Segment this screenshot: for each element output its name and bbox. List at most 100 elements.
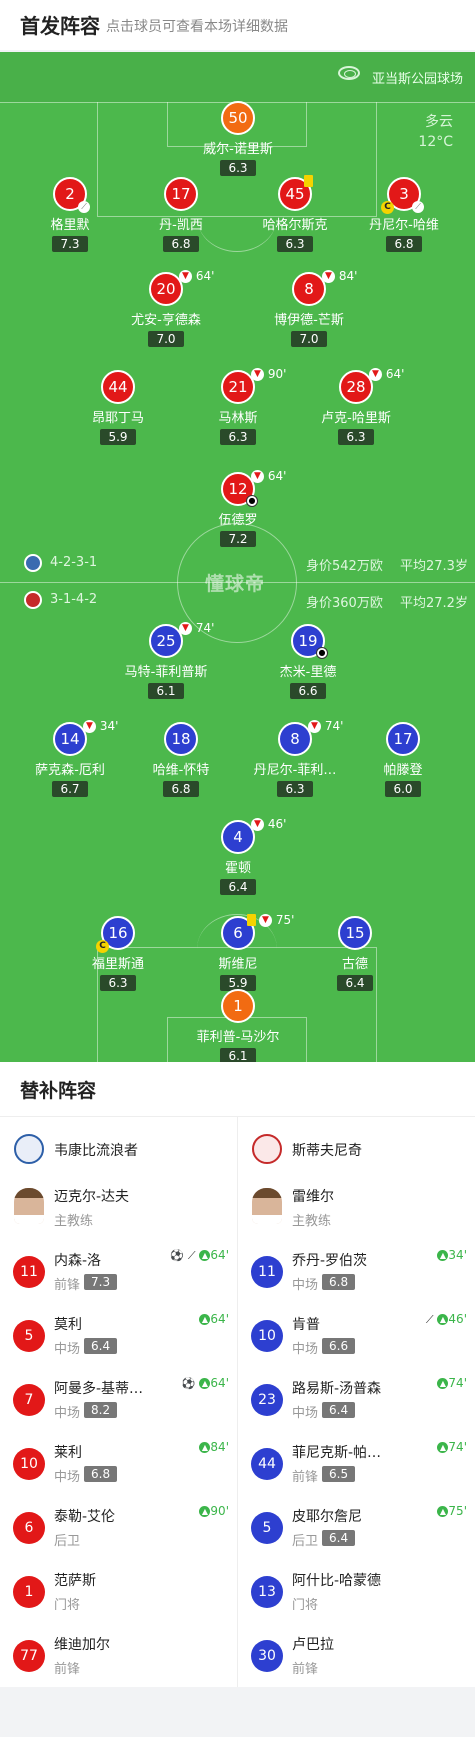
player-home[interactable]: 12 ▼ 64' ● 伍德罗 7.2 xyxy=(183,469,293,547)
sub-on-marker: ▲ 34' xyxy=(437,1248,467,1262)
player-number: 14 xyxy=(53,722,87,756)
player-home[interactable]: 44 昂耶丁马 5.9 xyxy=(63,370,173,445)
player-name: 威尔-诺里斯 xyxy=(203,142,273,157)
player-away[interactable]: 18 哈维-怀特 6.8 xyxy=(126,722,236,797)
player-away[interactable]: 4 ▼ 46' 霍顿 6.4 xyxy=(183,817,293,895)
home-coach[interactable]: 迈克尔-达夫 主教练 xyxy=(0,1180,237,1242)
player-away[interactable]: 15 古德 6.4 xyxy=(300,916,410,991)
player-name: 菲利普-马沙尔 xyxy=(196,1030,280,1045)
captain-icon: C xyxy=(381,201,394,214)
sub-off-marker: ▼ 64' xyxy=(179,269,214,283)
player-number: 21 xyxy=(221,370,255,404)
player-position: 中场 xyxy=(292,1278,319,1293)
player-away[interactable]: 19 ● 杰米-里德 6.6 xyxy=(253,624,363,699)
sub-player[interactable]: 6 泰勒-艾伦 后卫 ▲ 90' xyxy=(0,1498,237,1562)
sub-on-icon: ▲ xyxy=(199,1314,211,1325)
player-rating: 6.8 xyxy=(163,236,199,252)
sub-player[interactable]: 11 乔丹-罗伯茨 中场 6.8 ▲ 34' xyxy=(238,1242,475,1306)
player-number: 17 xyxy=(386,722,420,756)
player-name: 帕滕登 xyxy=(383,763,423,778)
player-home[interactable]: 28 ▼ 64' 卢克-哈里斯 6.3 xyxy=(301,367,411,445)
player-name: 马特-菲利普斯 xyxy=(124,665,208,680)
player-home[interactable]: 3 C ⟋ 丹尼尔-哈维 6.8 xyxy=(349,177,459,252)
player-number: 13 xyxy=(251,1576,283,1608)
player-position: 门将 xyxy=(292,1598,319,1613)
coach-role: 主教练 xyxy=(292,1214,332,1229)
player-rating: 5.9 xyxy=(100,429,136,445)
sub-on-marker: ⚽ ▲ 64' xyxy=(181,1376,229,1390)
player-number: 8 xyxy=(292,272,326,306)
yellow-card-icon xyxy=(304,175,313,187)
home-team-summary: 4-2-3-1 身价542万欧 平均27.3岁 xyxy=(0,552,475,574)
player-home[interactable]: 17 丹-凯西 6.8 xyxy=(126,177,236,252)
player-home[interactable]: 45 哈格尔斯克 6.3 xyxy=(240,175,350,252)
sub-player[interactable]: 10 肯普 中场 6.6 ⟋ ▲ 46' xyxy=(238,1306,475,1370)
player-position: 前锋 xyxy=(292,1470,319,1485)
sub-off-marker: ▼ 75' xyxy=(259,913,294,927)
player-away[interactable]: 25 ▼ 74' 马特-菲利普斯 6.1 xyxy=(111,621,221,699)
player-away-gk[interactable]: 1 菲利普-马沙尔 6.1 xyxy=(183,989,293,1062)
sub-player[interactable]: 44 菲尼克斯-帕… 前锋 6.5 ▲ 74' xyxy=(238,1434,475,1498)
sub-player[interactable]: 23 路易斯-汤普森 中场 6.4 ▲ 74' xyxy=(238,1370,475,1434)
player-position: 前锋 xyxy=(292,1662,319,1677)
player-away[interactable]: 6 ▼ 75' 斯维尼 5.9 xyxy=(183,913,294,991)
sub-on-icon: ▲ xyxy=(199,1378,211,1389)
sub-off-marker: ▼ 84' xyxy=(322,269,357,283)
player-rating: 6.6 xyxy=(290,683,326,699)
coach-role: 主教练 xyxy=(54,1214,94,1229)
player-rating: 6.3 xyxy=(220,429,256,445)
player-rating: 6.4 xyxy=(322,1530,356,1546)
player-away[interactable]: 14 ▼ 34' 萨克森-厄利 6.7 xyxy=(15,719,125,797)
player-name: 维迪加尔 xyxy=(54,1637,110,1653)
player-away[interactable]: 17 帕滕登 6.0 xyxy=(348,722,458,797)
player-position: 中场 xyxy=(292,1342,319,1357)
sub-off-icon: ▼ xyxy=(179,270,192,283)
away-subs-column: 斯蒂夫尼奇 雷维尔 主教练 11 乔丹-罗伯茨 中场 6.8 ▲ 34' 10 肯… xyxy=(238,1116,475,1690)
player-name: 马林斯 xyxy=(218,411,258,426)
away-team-header[interactable]: 斯蒂夫尼奇 xyxy=(238,1116,475,1180)
away-team-value: 身价360万欧 xyxy=(306,596,383,611)
player-home[interactable]: 21 ▼ 90' 马林斯 6.3 xyxy=(183,367,293,445)
player-rating: 6.6 xyxy=(322,1338,356,1354)
player-name: 福里斯通 xyxy=(91,957,144,972)
player-home[interactable]: 2 ⟋ 格里默 7.3 xyxy=(15,177,125,252)
away-coach[interactable]: 雷维尔 主教练 xyxy=(238,1180,475,1242)
player-home[interactable]: 8 ▼ 84' 博伊德-芒斯 7.0 xyxy=(254,269,364,347)
player-name: 伍德罗 xyxy=(218,513,258,528)
player-number: 15 xyxy=(338,916,372,950)
player-number: 4 xyxy=(221,820,255,854)
player-away[interactable]: 16 C 福里斯通 6.3 xyxy=(63,916,173,991)
weather-temperature: 12°C xyxy=(418,134,453,150)
player-home[interactable]: 20 ▼ 64' 尤安-亨德森 7.0 xyxy=(111,269,221,347)
sub-off-icon: ▼ xyxy=(308,720,321,733)
sub-off-icon: ▼ xyxy=(179,622,192,635)
page-title: 首发阵容 xyxy=(20,14,100,38)
player-name: 范萨斯 xyxy=(54,1573,96,1589)
player-home-gk[interactable]: 50 威尔-诺里斯 6.3 xyxy=(183,101,293,176)
player-rating: 7.3 xyxy=(84,1274,118,1290)
sub-player[interactable]: 10 莱利 中场 6.8 ▲ 84' xyxy=(0,1434,237,1498)
player-name: 古德 xyxy=(341,957,368,972)
sub-player[interactable]: 77 维迪加尔 前锋 xyxy=(0,1626,237,1690)
sub-player[interactable]: 5 皮耶尔詹尼 后卫 6.4 ▲ 75' xyxy=(238,1498,475,1562)
sub-off-icon: ▼ xyxy=(259,914,272,927)
player-number: 23 xyxy=(251,1384,283,1416)
sub-player[interactable]: 30 卢巴拉 前锋 xyxy=(238,1626,475,1690)
player-number: 11 xyxy=(13,1256,45,1288)
player-rating: 6.3 xyxy=(277,781,313,797)
sub-player[interactable]: 11 内森-洛 前锋 7.3 ⚽ ⟋ ▲ 64' xyxy=(0,1242,237,1306)
home-team-header[interactable]: 韦康比流浪者 xyxy=(0,1116,237,1180)
player-name: 卢巴拉 xyxy=(292,1637,334,1653)
player-number: 30 xyxy=(251,1640,283,1672)
player-away[interactable]: 8 ▼ 74' 丹尼尔-菲利… 6.3 xyxy=(240,719,350,797)
player-position: 前锋 xyxy=(54,1662,81,1677)
sub-player[interactable]: 5 莫利 中场 6.4 ▲ 64' xyxy=(0,1306,237,1370)
sub-player[interactable]: 1 范萨斯 门将 xyxy=(0,1562,237,1626)
player-position: 中场 xyxy=(54,1406,81,1421)
player-number: 28 xyxy=(339,370,373,404)
sub-player[interactable]: 13 阿什比-哈蒙德 门将 xyxy=(238,1562,475,1626)
sub-player[interactable]: 7 阿曼多-基蒂… 中场 8.2 ⚽ ▲ 64' xyxy=(0,1370,237,1434)
player-rating: 7.3 xyxy=(52,236,88,252)
player-name: 路易斯-汤普森 xyxy=(292,1381,382,1397)
player-rating: 6.1 xyxy=(148,683,184,699)
